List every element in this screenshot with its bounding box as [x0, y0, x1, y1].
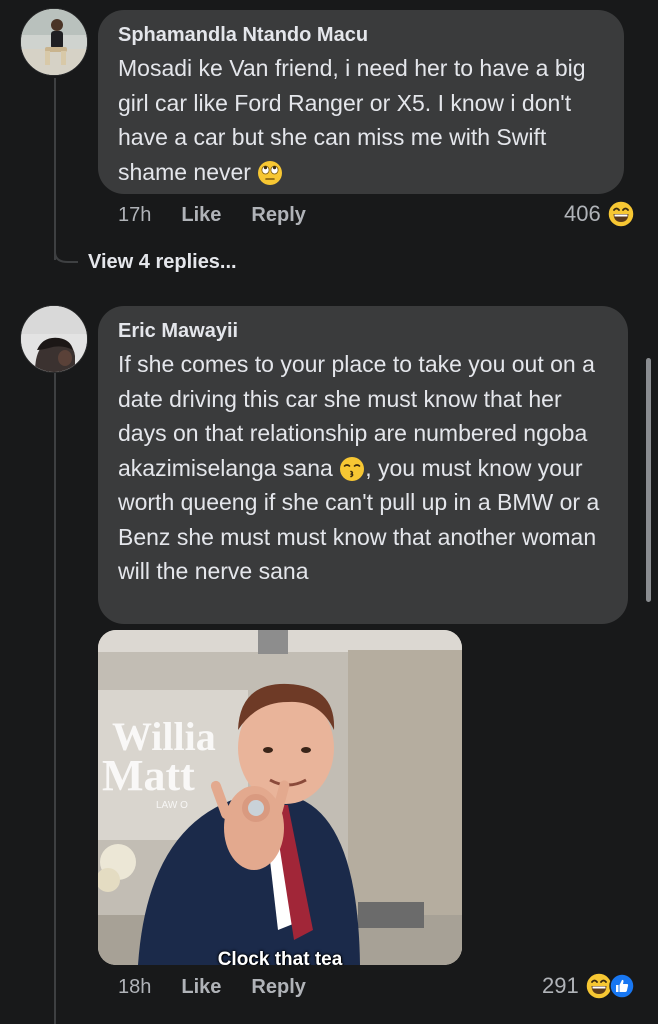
like-reaction-icon: [608, 973, 635, 999]
gif-image: Willia Matt LAW O: [98, 630, 462, 965]
avatar[interactable]: [20, 8, 88, 76]
scrollbar[interactable]: [646, 358, 651, 602]
svg-text:LAW O: LAW O: [156, 800, 188, 811]
reply-button[interactable]: Reply: [251, 976, 305, 999]
comment-time[interactable]: 18h: [118, 976, 151, 999]
comment-author[interactable]: Sphamandla Ntando Macu: [118, 24, 606, 47]
svg-text:Matt: Matt: [102, 751, 195, 800]
eye-roll-emoji-icon: [258, 160, 283, 185]
reaction-summary[interactable]: 291: [542, 972, 635, 1000]
gif-attachment[interactable]: Willia Matt LAW O Clock that tea: [98, 630, 462, 965]
laughing-reaction-icon: [606, 200, 635, 228]
reaction-count: 406: [564, 201, 601, 226]
comment-bubble: Sphamandla Ntando Macu Mosadi ke Van fri…: [98, 10, 624, 194]
reaction-count: 291: [542, 973, 579, 998]
comment-meta: 18h Like Reply: [118, 976, 336, 999]
like-button[interactable]: Like: [181, 976, 221, 999]
view-replies-link[interactable]: View 4 replies...: [88, 251, 237, 274]
comment-text: Mosadi ke Van friend, i need her to have…: [118, 55, 586, 185]
thread-curve: [54, 240, 78, 263]
comment-bubble: Eric Mawayii If she comes to your place …: [98, 306, 628, 624]
thread-line: [54, 78, 56, 260]
avatar[interactable]: [20, 305, 88, 373]
kissing-emoji-icon: [340, 456, 365, 481]
like-button[interactable]: Like: [181, 204, 221, 227]
reaction-summary[interactable]: 406: [564, 200, 635, 228]
comment-meta: 17h Like Reply: [118, 204, 336, 227]
thread-line: [54, 372, 56, 1024]
reply-button[interactable]: Reply: [251, 204, 305, 227]
comment-author[interactable]: Eric Mawayii: [118, 320, 610, 343]
gif-caption: Clock that tea: [217, 949, 343, 965]
comment-time[interactable]: 17h: [118, 204, 151, 227]
